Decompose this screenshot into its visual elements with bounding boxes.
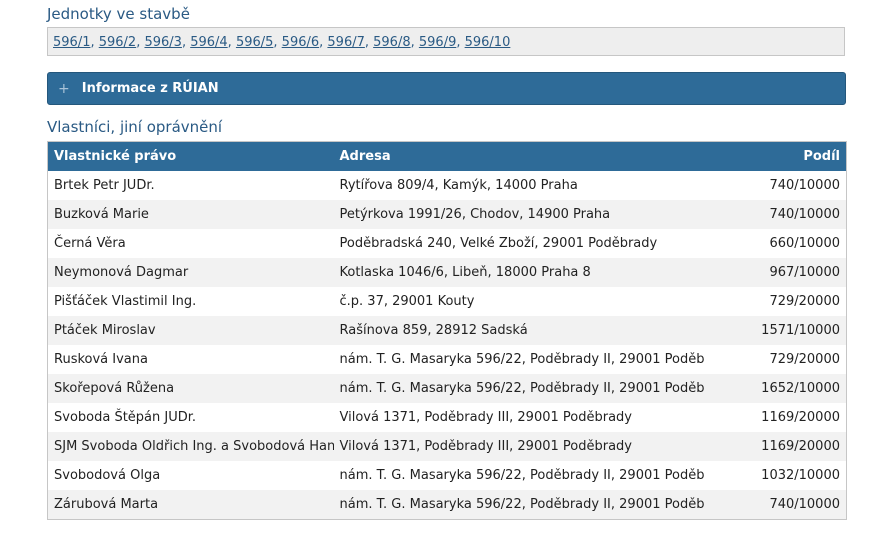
owner-share-cell: 729/20000 [703,344,847,374]
table-row: Rusková Ivana nám. T. G. Masaryka 596/22,… [47,344,847,374]
unit-link[interactable]: 596/7 [327,35,364,50]
owner-name-cell: Svobodová Olga [47,460,334,490]
table-row: Zárubová Marta nám. T. G. Masaryka 596/22… [47,489,847,519]
unit-link[interactable]: 596/2 [99,35,136,50]
unit-link[interactable]: 596/8 [373,35,410,50]
unit-link[interactable]: 596/1 [53,35,90,50]
owners-table: Vlastnické právo Adresa Podíl Brtek Petr… [47,141,847,520]
link-separator: , [273,35,282,50]
owner-share-cell: 1032/10000 [703,460,847,490]
unit-link[interactable]: 596/10 [465,35,511,50]
owner-name-cell: Ptáček Miroslav [47,315,334,345]
table-row: SJM Svoboda Oldřich Ing. a Svobodová Han… [47,431,847,461]
table-row: Buzková Marie Petýrkova 1991/26, Chodov, … [47,199,847,229]
link-separator: , [364,35,374,50]
owner-share-cell: 1169/20000 [703,402,847,432]
owner-address-cell: č.p. 37, 29001 Kouty [333,286,704,316]
owner-name-cell: Zárubová Marta [47,489,334,519]
link-separator: , [181,35,191,50]
owner-share-cell: 1169/20000 [703,431,847,461]
owner-name-cell: Rusková Ivana [47,344,334,374]
owner-name-cell: Pišťáček Vlastimil Ing. [47,286,334,316]
table-row: Brtek Petr JUDr. Rytířova 809/4, Kamýk, 1… [47,170,847,200]
owner-name-cell: Černá Věra [47,228,334,258]
owner-name-cell: Svoboda Štěpán JUDr. [47,402,334,432]
owner-address-cell: Petýrkova 1991/26, Chodov, 14900 Praha [333,199,704,229]
unit-link[interactable]: 596/3 [144,35,181,50]
owner-share-cell: 1652/10000 [703,373,847,403]
unit-link[interactable]: 596/9 [419,35,456,50]
owner-name-cell: SJM Svoboda Oldřich Ing. a Svobodová Han… [47,431,334,461]
table-row: Pišťáček Vlastimil Ing. č.p. 37, 29001 Ko… [47,286,847,316]
owner-name-cell: Skořepová Růžena [47,373,334,403]
column-header-address: Adresa [333,141,704,171]
owner-address-cell: nám. T. G. Masaryka 596/22, Poděbrady II… [333,460,704,490]
owner-share-cell: 1571/10000 [703,315,847,345]
owners-section-title: Vlastníci, jiní oprávnění [47,118,223,136]
owner-address-cell: Rašínova 859, 28912 Sadská [333,315,704,345]
owner-address-cell: Poděbradská 240, Velké Zboží, 29001 Podě… [333,228,704,258]
owners-table-header: Vlastnické právo Adresa Podíl [47,141,847,171]
table-row: Černá Věra Poděbradská 240, Velké Zboží, … [47,228,847,258]
owner-share-cell: 740/10000 [703,170,847,200]
table-row: Svobodová Olga nám. T. G. Masaryka 596/22… [47,460,847,490]
owner-address-cell: Vilová 1371, Poděbrady III, 29001 Poděbr… [333,431,704,461]
owner-share-cell: 740/10000 [703,489,847,519]
owner-name-cell: Buzková Marie [47,199,334,229]
unit-link[interactable]: 596/4 [190,35,227,50]
owner-share-cell: 660/10000 [703,228,847,258]
link-separator: , [456,35,465,50]
column-header-name: Vlastnické právo [47,141,334,171]
plus-icon: + [58,80,70,97]
unit-link[interactable]: 596/6 [282,35,319,50]
link-separator: , [90,35,99,50]
ruian-accordion-toggle[interactable]: + Informace z RÚIAN [47,72,846,105]
units-link-list: 596/1, 596/2, 596/3, 596/4, 596/5, 596/6… [47,27,845,56]
owner-address-cell: Vilová 1371, Poděbrady III, 29001 Poděbr… [333,402,704,432]
owner-address-cell: Rytířova 809/4, Kamýk, 14000 Praha [333,170,704,200]
table-row: Ptáček Miroslav Rašínova 859, 28912 Sadsk… [47,315,847,345]
unit-link[interactable]: 596/5 [236,35,273,50]
ruian-accordion-label: Informace z RÚIAN [81,81,219,96]
link-separator: , [410,35,419,50]
owner-name-cell: Neymonová Dagmar [47,257,334,287]
units-section-title: Jednotky ve stavbě [47,5,190,23]
owner-share-cell: 729/20000 [703,286,847,316]
column-header-share: Podíl [703,141,847,171]
owner-address-cell: Kotlaska 1046/6, Libeň, 18000 Praha 8 [333,257,704,287]
link-separator: , [227,35,236,50]
owner-share-cell: 967/10000 [703,257,847,287]
table-row: Neymonová Dagmar Kotlaska 1046/6, Libeň, … [47,257,847,287]
table-row: Skořepová Růžena nám. T. G. Masaryka 596/… [47,373,847,403]
owner-share-cell: 740/10000 [703,199,847,229]
owner-address-cell: nám. T. G. Masaryka 596/22, Poděbrady II… [333,489,704,519]
owner-address-cell: nám. T. G. Masaryka 596/22, Poděbrady II… [333,344,704,374]
owner-name-cell: Brtek Petr JUDr. [47,170,334,200]
table-row: Svoboda Štěpán JUDr. Vilová 1371, Poděbra… [47,402,847,432]
owner-address-cell: nám. T. G. Masaryka 596/22, Poděbrady II… [333,373,704,403]
